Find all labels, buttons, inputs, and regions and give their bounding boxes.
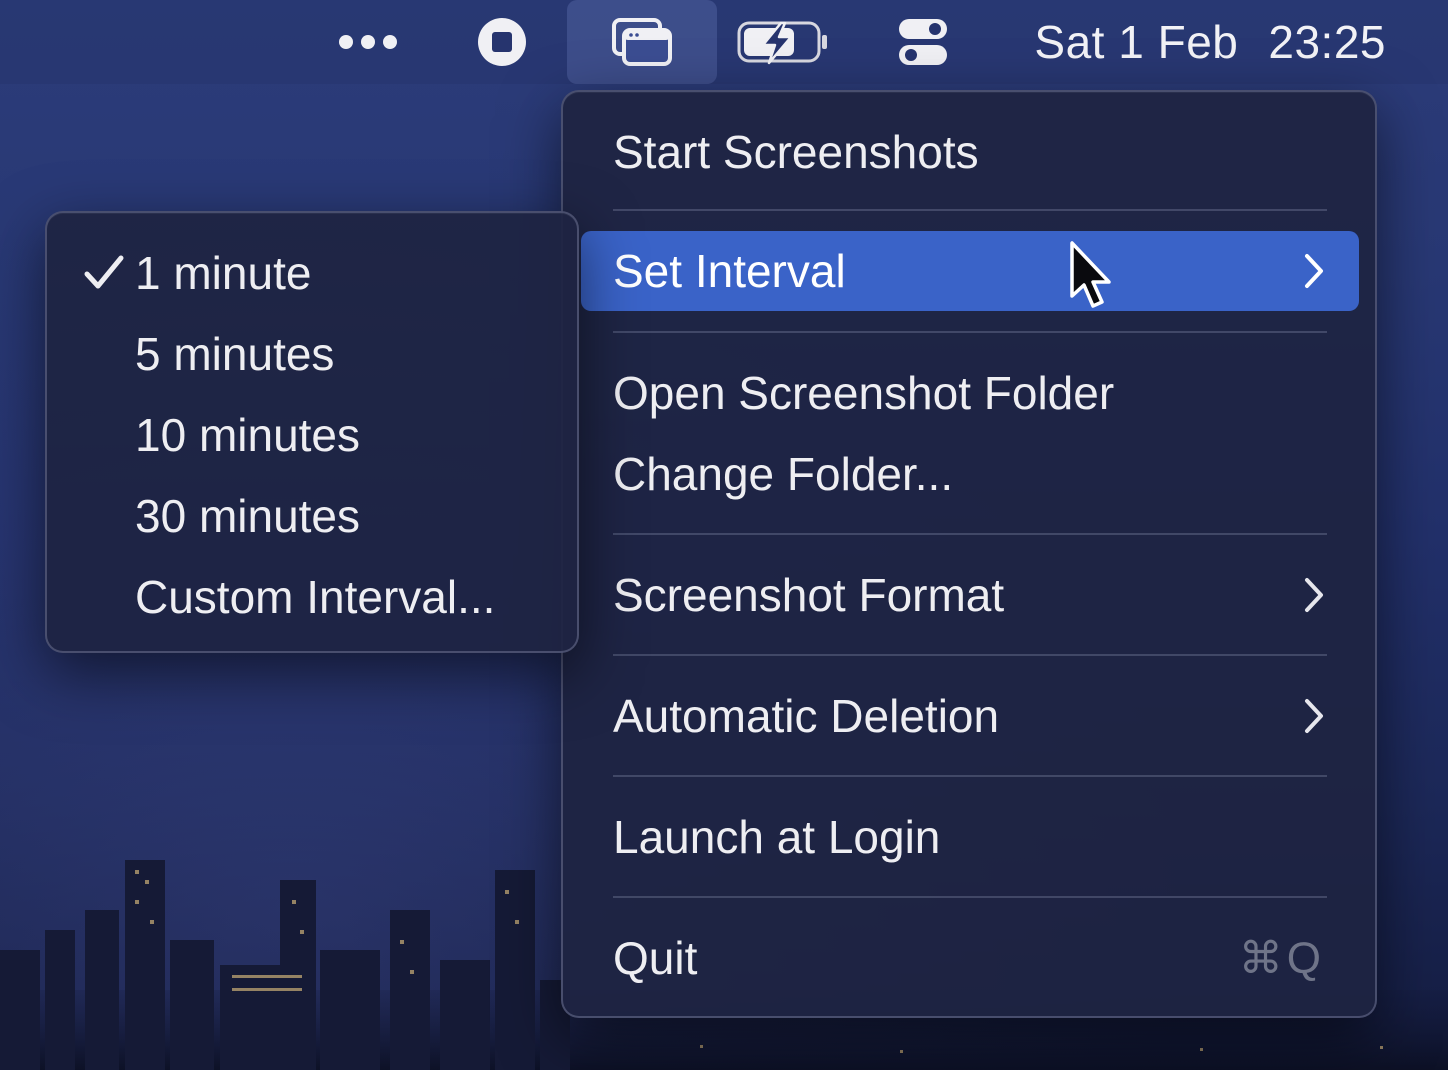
app-dropdown-menu: Start Screenshots Set Interval Open Scre… [561,90,1377,1018]
menu-item-screenshot-format[interactable]: Screenshot Format [581,555,1359,635]
menu-item-label: Launch at Login [613,811,941,863]
menu-separator [613,331,1327,333]
submenu-item-30-minutes[interactable]: 30 minutes [47,476,577,556]
menu-item-launch-at-login[interactable]: Launch at Login [581,797,1359,877]
submenu-item-label: 1 minute [135,247,312,299]
submenu-item-custom-interval[interactable]: Custom Interval... [47,557,577,637]
menu-item-quit[interactable]: Quit ⌘Q [581,918,1359,998]
menu-item-label: Start Screenshots [613,126,979,178]
submenu-item-1-minute[interactable]: 1 minute [47,233,577,313]
menu-item-open-screenshot-folder[interactable]: Open Screenshot Folder [581,353,1359,433]
menu-separator [613,533,1327,535]
menu-item-label: Screenshot Format [613,569,1005,621]
submenu-item-10-minutes[interactable]: 10 minutes [47,395,577,475]
submenu-item-label: 10 minutes [135,409,361,461]
menu-separator [613,896,1327,898]
clock-date: Sat 1 Feb [1034,16,1239,68]
control-center-icon[interactable] [890,0,956,84]
clock-time: 23:25 [1268,16,1386,68]
menu-item-label: Change Folder... [613,448,954,500]
battery-charging-icon [734,0,834,84]
menu-item-label: Quit [613,932,698,984]
menu-separator [613,775,1327,777]
chevron-right-icon [1305,254,1323,288]
menu-bar: Sat 1 Feb 23:25 [0,0,1448,84]
menu-item-start-screenshots[interactable]: Start Screenshots [581,112,1359,192]
screenshot-app-icon[interactable] [567,0,717,84]
stop-record-icon[interactable] [470,0,534,84]
menu-bar-clock[interactable]: Sat 1 Feb 23:25 [1034,0,1386,84]
mouse-cursor-icon [1070,241,1111,308]
submenu-item-label: Custom Interval... [135,571,496,623]
quit-shortcut: ⌘Q [1238,933,1325,983]
menu-item-automatic-deletion[interactable]: Automatic Deletion [581,676,1359,756]
menu-item-label: Automatic Deletion [613,690,1000,742]
interval-submenu: 1 minute 5 minutes 10 minutes 30 minutes… [45,211,579,653]
menu-item-label: Set Interval [613,245,846,297]
more-dots-icon[interactable] [326,0,410,84]
submenu-item-label: 30 minutes [135,490,361,542]
menu-separator [613,654,1327,656]
submenu-item-5-minutes[interactable]: 5 minutes [47,314,577,394]
submenu-item-label: 5 minutes [135,328,335,380]
menu-item-set-interval[interactable]: Set Interval [581,231,1359,311]
menu-item-label: Open Screenshot Folder [613,367,1115,419]
checkmark-icon [84,255,124,289]
chevron-right-icon [1305,699,1323,733]
menu-separator [613,209,1327,211]
menu-item-change-folder[interactable]: Change Folder... [581,434,1359,514]
chevron-right-icon [1305,578,1323,612]
